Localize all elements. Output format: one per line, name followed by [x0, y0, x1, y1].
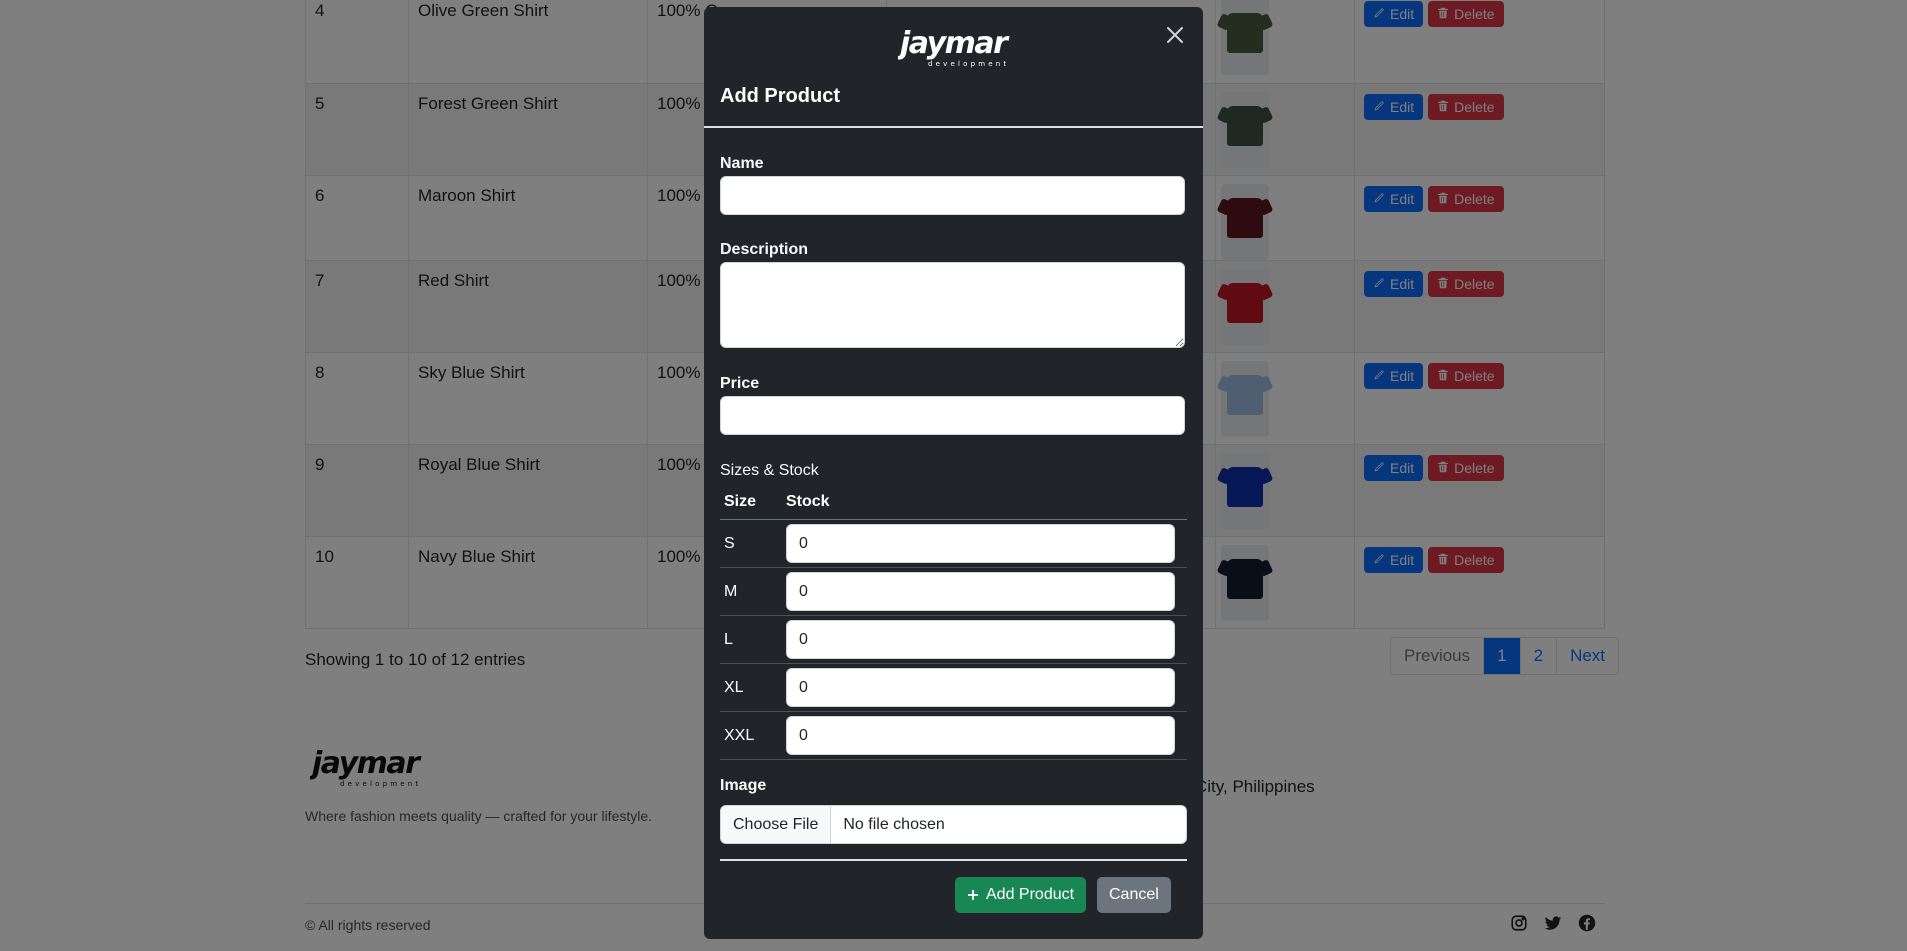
size-row: XL [720, 663, 1187, 712]
stock-cell [782, 663, 1187, 712]
size-label: M [720, 567, 782, 616]
svg-text:jaymar: jaymar [898, 26, 1010, 61]
modal-footer-divider [720, 859, 1187, 861]
sizes-stock-label: Sizes & Stock [720, 462, 819, 479]
size-label: XXL [720, 711, 782, 760]
image-label: Image [720, 777, 767, 794]
description-label: Description [720, 241, 809, 258]
stock-input-m[interactable] [786, 572, 1175, 611]
modal-logo: jaymar development [896, 25, 1012, 76]
stock-input-xl[interactable] [786, 668, 1175, 707]
close-icon [1167, 27, 1183, 43]
cancel-button[interactable]: Cancel [1097, 877, 1171, 913]
size-row: L [720, 615, 1187, 664]
description-textarea[interactable] [720, 262, 1185, 348]
size-label: L [720, 615, 782, 664]
jaymar-logo: jaymar development [896, 26, 1012, 68]
size-row: XXL [720, 711, 1187, 760]
stock-cell [782, 519, 1187, 568]
add-product-button[interactable]: Add Product [955, 877, 1087, 913]
stock-input-l[interactable] [786, 620, 1175, 659]
modal-title: Add Product [720, 85, 840, 107]
plus-icon [968, 890, 978, 900]
svg-text:development: development [928, 60, 1009, 68]
size-row: M [720, 567, 1187, 616]
add-product-modal: jaymar development Add Product Name Desc… [704, 7, 1203, 939]
size-label: XL [720, 663, 782, 712]
size-label: S [720, 519, 782, 568]
stock-column-header: Stock [782, 489, 1187, 520]
add-product-button-label: Add Product [986, 886, 1075, 903]
choose-file-button[interactable]: Choose File [721, 806, 832, 843]
stock-input-s[interactable] [786, 524, 1175, 563]
stock-cell [782, 567, 1187, 616]
stock-cell [782, 615, 1187, 664]
file-status: No file chosen [843, 815, 945, 833]
image-file-input[interactable]: Choose File No file chosen [720, 805, 1187, 844]
close-button[interactable] [1160, 20, 1190, 50]
stock-input-xxl[interactable] [786, 716, 1175, 755]
price-label: Price [720, 375, 760, 392]
modal-header-divider [704, 126, 1203, 128]
size-row: S [720, 519, 1187, 568]
stock-cell [782, 711, 1187, 760]
price-input[interactable] [720, 396, 1185, 435]
name-label: Name [720, 155, 764, 172]
sizes-stock-table: Size Stock SMLXLXXL [720, 489, 1187, 760]
cancel-button-label: Cancel [1109, 886, 1159, 903]
size-column-header: Size [720, 489, 782, 520]
name-input[interactable] [720, 176, 1185, 215]
